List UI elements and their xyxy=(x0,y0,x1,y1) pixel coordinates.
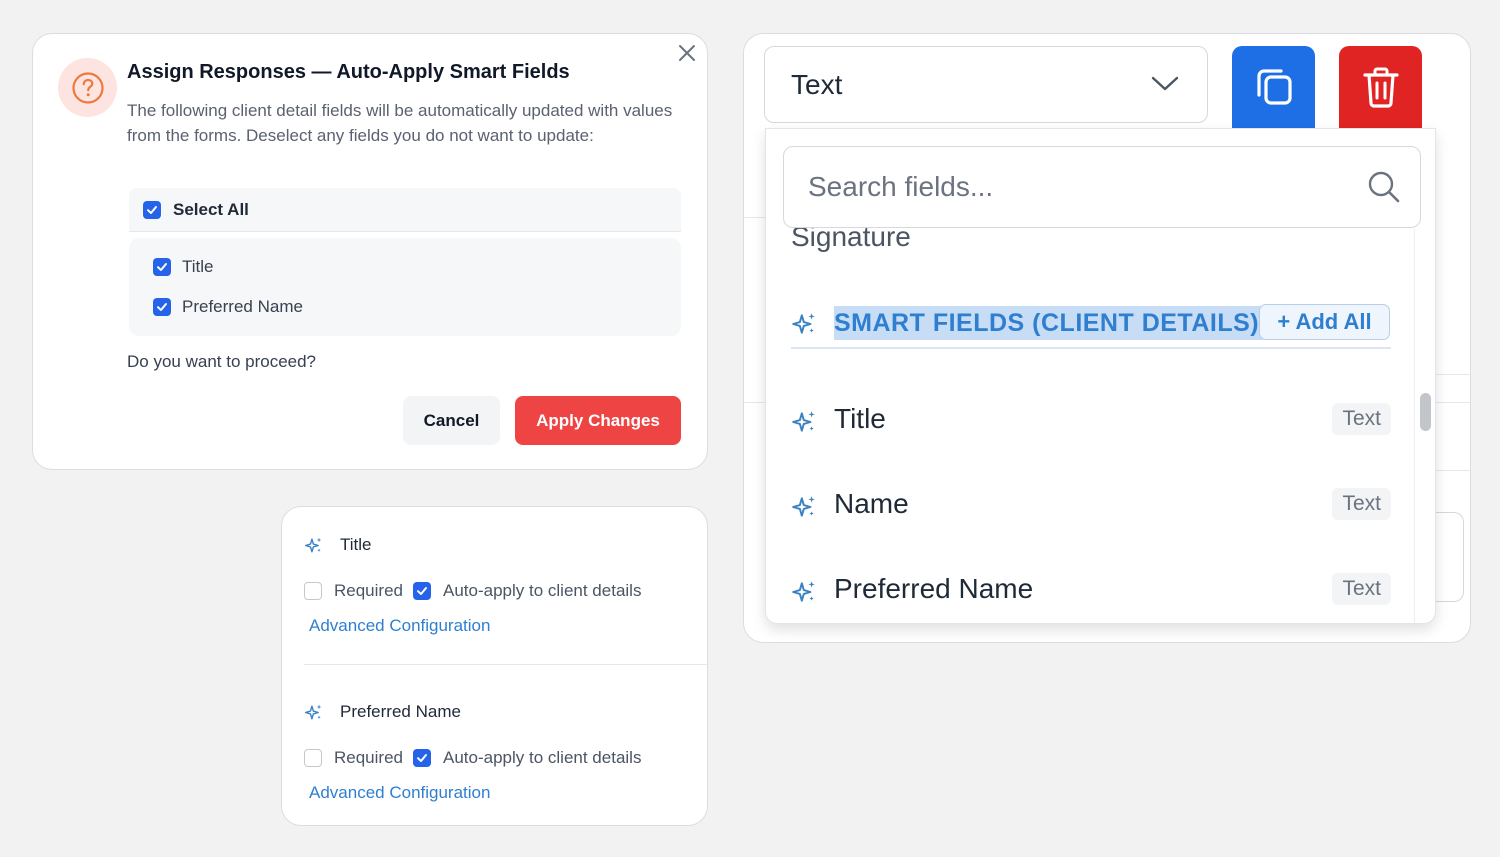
field-title-label: Title xyxy=(182,257,214,276)
select-all-label: Select All xyxy=(173,199,249,219)
divider xyxy=(744,217,765,218)
list-item[interactable]: Title Text xyxy=(791,391,1391,447)
field-config-title: Preferred Name xyxy=(340,702,461,721)
divider xyxy=(1436,470,1470,471)
list-item[interactable]: Preferred Name Text xyxy=(791,561,1391,617)
search-field[interactable] xyxy=(783,146,1421,228)
option-label: Title xyxy=(834,403,886,434)
field-preferred-name-checkbox[interactable] xyxy=(153,298,171,316)
type-badge: Text xyxy=(1332,403,1391,435)
field-checkbox-list: Title Preferred Name xyxy=(129,238,681,336)
sparkle-icon xyxy=(792,411,815,432)
smart-fields-group-header: SMART FIELDS (CLIENT DETAILS) + Add All xyxy=(791,299,1391,349)
field-title-checkbox[interactable] xyxy=(153,258,171,276)
duplicate-button[interactable] xyxy=(1232,46,1315,128)
field-picker-dropdown: Signature SMART FIELDS (CLIENT DETAILS) … xyxy=(765,128,1436,624)
field-editor-panel: Text Signature Search fields... SMART FI… xyxy=(743,33,1471,643)
divider xyxy=(744,402,765,403)
chevron-down-icon xyxy=(1151,76,1179,91)
sparkle-icon xyxy=(792,313,815,334)
copy-icon xyxy=(1256,69,1292,105)
required-checkbox[interactable] xyxy=(304,582,322,600)
sparkle-icon xyxy=(304,704,322,720)
required-label: Required xyxy=(334,581,403,600)
required-label: Required xyxy=(334,748,403,767)
type-badge: Text xyxy=(1332,488,1391,520)
sparkle-icon xyxy=(792,581,815,602)
field-config-header: Title xyxy=(304,535,372,555)
field-item-preferred-name[interactable]: Preferred Name xyxy=(153,295,303,319)
auto-apply-checkbox[interactable] xyxy=(413,749,431,767)
required-checkbox[interactable] xyxy=(304,749,322,767)
dialog-title: Assign Responses — Auto-Apply Smart Fiel… xyxy=(127,61,570,83)
field-preferred-name-label: Preferred Name xyxy=(182,297,303,316)
option-label: Preferred Name xyxy=(834,573,1034,604)
select-all-row[interactable]: Select All xyxy=(129,188,681,232)
advanced-configuration-link[interactable]: Advanced Configuration xyxy=(309,783,490,803)
field-config-options: Required Auto-apply to client details xyxy=(304,581,641,601)
field-config-header: Preferred Name xyxy=(304,702,461,722)
field-config-options: Required Auto-apply to client details xyxy=(304,748,641,768)
option-label: Name xyxy=(834,488,909,519)
auto-apply-checkbox[interactable] xyxy=(413,582,431,600)
field-item-title[interactable]: Title xyxy=(153,255,214,279)
auto-apply-label: Auto-apply to client details xyxy=(443,581,642,600)
dialog-description: The following client detail fields will … xyxy=(127,101,673,145)
question-circle-icon xyxy=(58,58,117,117)
delete-button[interactable] xyxy=(1339,46,1422,128)
list-item[interactable]: Name Text xyxy=(791,476,1391,532)
smart-fields-group-label: SMART FIELDS (CLIENT DETAILS) xyxy=(834,306,1264,340)
field-config-title: Title xyxy=(340,535,372,554)
search-icon xyxy=(1368,171,1400,203)
advanced-configuration-link[interactable]: Advanced Configuration xyxy=(309,616,490,636)
scrollbar-track xyxy=(1414,229,1415,623)
field-type-value: Text xyxy=(791,68,843,100)
sparkle-icon xyxy=(792,496,815,517)
sparkle-icon xyxy=(304,537,322,553)
field-config-card: Title Required Auto-apply to client deta… xyxy=(281,506,708,826)
add-all-button[interactable]: + Add All xyxy=(1259,304,1390,340)
background-input-fragment xyxy=(1434,512,1464,602)
search-input[interactable] xyxy=(808,167,1348,207)
trash-icon xyxy=(1362,67,1399,108)
apply-changes-button[interactable]: Apply Changes xyxy=(515,396,681,445)
type-badge: Text xyxy=(1332,573,1391,605)
close-icon[interactable] xyxy=(676,42,698,64)
divider xyxy=(1436,374,1470,375)
divider xyxy=(1436,402,1470,403)
cancel-button[interactable]: Cancel xyxy=(403,396,500,445)
assign-responses-dialog: Assign Responses — Auto-Apply Smart Fiel… xyxy=(32,33,708,470)
proceed-question: Do you want to proceed? xyxy=(127,352,317,371)
divider xyxy=(304,664,708,665)
auto-apply-label: Auto-apply to client details xyxy=(443,748,642,767)
field-type-select[interactable]: Text xyxy=(764,46,1208,123)
select-all-checkbox[interactable] xyxy=(143,200,161,219)
scrollbar-thumb[interactable] xyxy=(1420,393,1431,431)
